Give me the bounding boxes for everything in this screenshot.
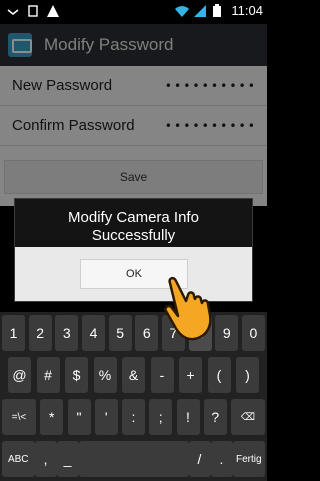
dialog-message-line2: Successfully bbox=[91, 227, 176, 244]
key-slash[interactable]: / bbox=[188, 441, 211, 477]
app-camera-icon[interactable] bbox=[8, 33, 32, 57]
dialog-message: Modify Camera Info Successfully bbox=[15, 209, 252, 245]
key-dollar[interactable]: $ bbox=[65, 357, 88, 393]
new-password-row[interactable]: New Password •••••••••• bbox=[0, 66, 267, 106]
status-bar: 11:04 bbox=[0, 0, 267, 24]
confirm-password-label: Confirm Password bbox=[12, 117, 135, 134]
battery-icon bbox=[212, 3, 226, 18]
key-ampersand[interactable]: & bbox=[122, 357, 145, 393]
key-abc[interactable]: ABC bbox=[2, 441, 35, 477]
key-asterisk[interactable]: * bbox=[40, 399, 64, 435]
signal-icon bbox=[193, 4, 207, 18]
success-dialog: Modify Camera Info Successfully OK bbox=[14, 198, 253, 302]
key-4[interactable]: 4 bbox=[81, 315, 105, 351]
key-hash[interactable]: # bbox=[36, 357, 60, 393]
save-button[interactable]: Save bbox=[4, 160, 263, 194]
key-3[interactable]: 3 bbox=[55, 315, 79, 351]
dialog-footer: OK bbox=[15, 247, 252, 301]
key-colon[interactable]: : bbox=[122, 399, 145, 435]
key-7[interactable]: 7 bbox=[161, 315, 185, 351]
confirm-password-field[interactable]: •••••••••• bbox=[165, 119, 257, 133]
keyboard-row-more-symbols: =\< * " ' : ; ! ? ⌫ bbox=[0, 396, 267, 438]
key-paren-open[interactable]: ( bbox=[207, 357, 231, 393]
usb-icon bbox=[6, 4, 20, 18]
ok-button[interactable]: OK bbox=[80, 259, 188, 289]
dialog-message-line1: Modify Camera Info bbox=[68, 209, 199, 226]
key-6[interactable]: 6 bbox=[135, 315, 159, 351]
keyboard-row-symbols: @ # $ % & - + ( ) bbox=[0, 354, 267, 396]
key-exclamation[interactable]: ! bbox=[176, 399, 200, 435]
key-question[interactable]: ? bbox=[203, 399, 227, 435]
confirm-password-row[interactable]: Confirm Password •••••••••• bbox=[0, 106, 267, 146]
key-minus[interactable]: - bbox=[150, 357, 174, 393]
key-comma[interactable]: , bbox=[34, 441, 57, 477]
new-password-field[interactable]: •••••••••• bbox=[165, 79, 257, 93]
space-key[interactable] bbox=[78, 441, 189, 477]
key-paren-close[interactable]: ) bbox=[236, 357, 259, 393]
key-5[interactable]: 5 bbox=[108, 315, 132, 351]
backspace-key[interactable]: ⌫ bbox=[231, 399, 265, 435]
page-title: Modify Password bbox=[44, 35, 174, 54]
key-1[interactable]: 1 bbox=[2, 315, 25, 351]
key-8[interactable]: 8 bbox=[188, 315, 212, 351]
warning-icon bbox=[46, 4, 60, 18]
key-percent[interactable]: % bbox=[93, 357, 117, 393]
key-0[interactable]: 0 bbox=[241, 315, 265, 351]
key-quote[interactable]: " bbox=[67, 399, 91, 435]
sdcard-icon bbox=[26, 4, 40, 18]
key-more-symbols[interactable]: =\< bbox=[2, 399, 36, 435]
password-form: New Password •••••••••• Confirm Password… bbox=[0, 66, 267, 206]
key-semicolon[interactable]: ; bbox=[149, 399, 173, 435]
wifi-icon bbox=[174, 4, 190, 18]
keyboard-row-bottom: ABC , _ / . Fertig bbox=[0, 438, 267, 480]
key-apostrophe[interactable]: ' bbox=[94, 399, 118, 435]
key-done[interactable]: Fertig bbox=[232, 441, 266, 477]
keyboard-row-numbers: 1 2 3 4 5 6 7 8 9 0 bbox=[0, 312, 267, 354]
key-at[interactable]: @ bbox=[8, 357, 31, 393]
soft-keyboard: 1 2 3 4 5 6 7 8 9 0 @ # $ % & - + ( ) =\… bbox=[0, 312, 267, 481]
status-time: 11:04 bbox=[231, 3, 263, 18]
key-underscore[interactable]: _ bbox=[56, 441, 79, 477]
key-9[interactable]: 9 bbox=[215, 315, 239, 351]
key-2[interactable]: 2 bbox=[28, 315, 52, 351]
key-dot[interactable]: . bbox=[210, 441, 233, 477]
action-bar: Modify Password bbox=[0, 24, 267, 66]
new-password-label: New Password bbox=[12, 77, 113, 94]
key-plus[interactable]: + bbox=[179, 357, 202, 393]
